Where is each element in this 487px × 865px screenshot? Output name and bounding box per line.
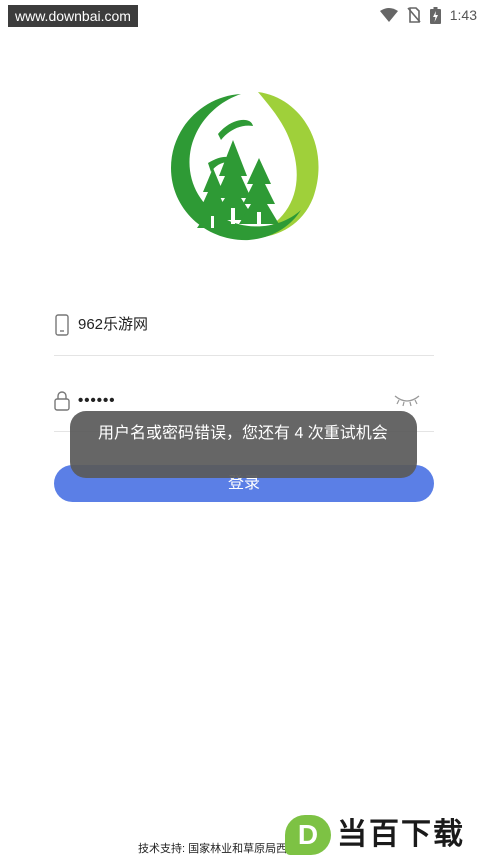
tech-support-text: 技术支持: 国家林业和草原局西:	[138, 843, 291, 855]
wifi-icon	[379, 8, 398, 22]
password-value: ••••••	[78, 392, 116, 409]
watermark-url: www.downbai.com	[8, 5, 138, 27]
brand-watermark: D 当百下载	[285, 813, 481, 857]
phone-icon	[55, 314, 69, 336]
status-icons: 1:43	[379, 4, 477, 26]
forest-leaf-logo	[171, 92, 319, 241]
status-time: 1:43	[449, 7, 477, 23]
status-bar: www.downbai.com 1:43	[0, 0, 487, 30]
brand-logo-icon: D	[285, 815, 331, 855]
phone-value: 962乐游网	[78, 316, 149, 333]
phone-field[interactable]: 962乐游网	[54, 302, 434, 356]
no-sim-icon	[407, 7, 421, 23]
error-toast: 用户名或密码错误，您还有 4 次重试机会	[70, 411, 417, 478]
eye-closed-icon[interactable]	[394, 392, 420, 408]
battery-charging-icon	[429, 6, 441, 24]
lock-icon	[54, 391, 70, 411]
brand-text: 当百下载	[337, 818, 465, 851]
